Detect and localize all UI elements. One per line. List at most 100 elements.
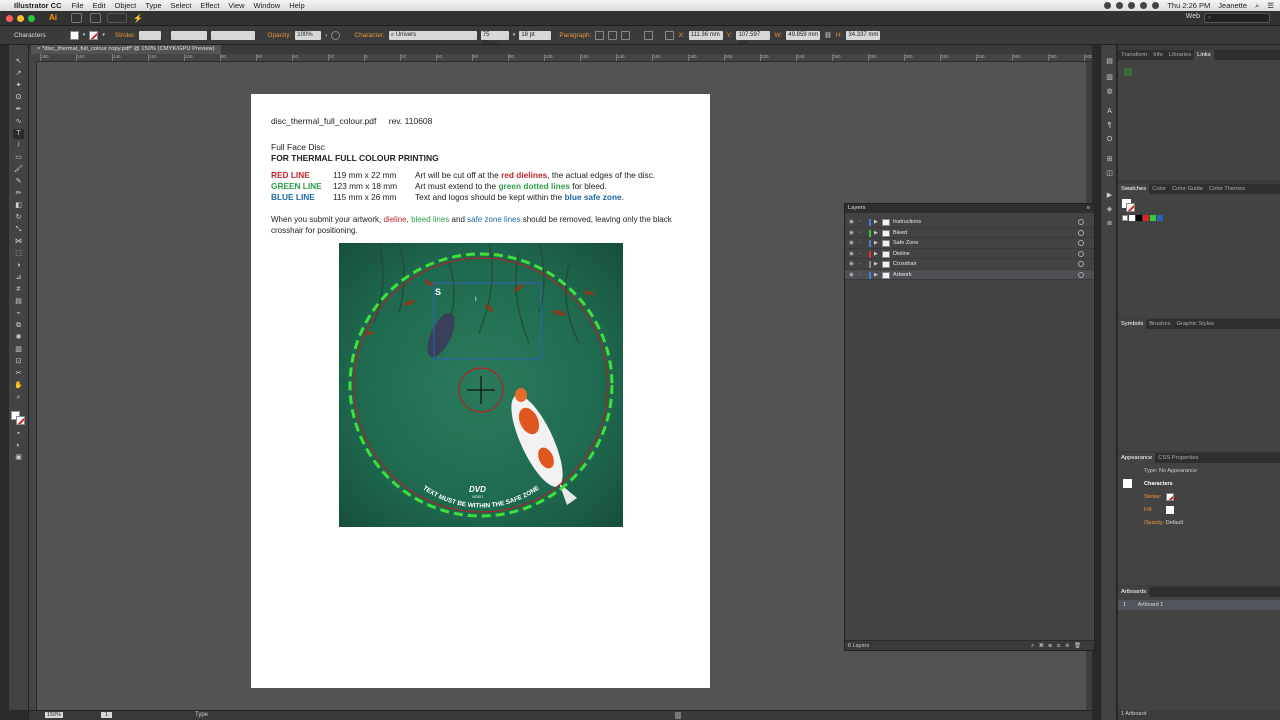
layers-dock-icon[interactable]: ≣ [1105,219,1114,228]
paragraph-icon[interactable]: ¶ [1105,121,1114,130]
swatch-red[interactable] [1143,215,1149,221]
layer-name[interactable]: Crosshair [893,259,917,269]
workspace-switcher[interactable]: Web [1186,13,1200,20]
stroke-swatch[interactable] [89,30,99,40]
horizontal-scroll-thumb[interactable] [675,712,681,719]
eye-icon[interactable]: ◉ [849,270,856,280]
lasso-tool-icon[interactable]: ʘ [13,93,24,103]
lock-icon[interactable]: ▫ [859,238,866,248]
layer-name[interactable]: Artwork [893,270,912,280]
chevron-right-icon[interactable]: › [325,32,327,39]
menu-help[interactable]: Help [289,1,304,10]
properties-icon[interactable]: ▤ [1105,57,1114,66]
layer-row[interactable]: ◉ ▫ ▶ Bleed [845,228,1094,238]
menu-file[interactable]: File [72,1,84,10]
panel-menu-icon[interactable]: ≡ [1087,204,1090,213]
document-tab[interactable]: × *disc_thermal_full_colour copy.pdf* @ … [31,45,221,54]
zoom-select[interactable]: 150% [45,712,64,718]
recolor-icon[interactable] [331,30,341,40]
screen-mode-icon[interactable]: ▣ [13,453,24,463]
tab-libraries[interactable]: Libraries [1166,50,1194,60]
shaper-tool-icon[interactable]: ✎ [13,177,24,187]
fill-swatch[interactable] [69,30,79,40]
color-icon[interactable]: ▥ [1105,73,1114,82]
lock-icon[interactable]: ▫ [859,259,866,269]
height-input[interactable]: 34.337 mm [846,30,881,40]
artboard-row[interactable]: 1 Artboard 1 [1118,600,1280,610]
rotate-tool-icon[interactable]: ↻ [13,213,24,223]
tab-appearance[interactable]: Appearance [1118,453,1156,463]
expand-triangle-icon[interactable]: ▶ [874,228,878,238]
menu-view[interactable]: View [228,1,244,10]
lock-icon[interactable]: ▫ [859,249,866,259]
stroke-row-swatch[interactable] [1166,493,1174,501]
rectangle-tool-icon[interactable]: ▭ [13,153,24,163]
shape-builder-tool-icon[interactable]: ◑ [13,261,24,271]
hand-tool-icon[interactable]: ✋ [13,381,24,391]
eye-icon[interactable]: ◉ [849,249,856,259]
line-tool-icon[interactable]: / [13,141,24,151]
menu-select[interactable]: Select [171,1,192,10]
tab-brushes[interactable]: Brushes [1146,319,1173,329]
width-input[interactable]: 49.859 mm [786,30,821,40]
opentype-icon[interactable]: O [1105,135,1114,144]
align-left-icon[interactable] [595,30,605,40]
magic-wand-tool-icon[interactable]: ✦ [13,81,24,91]
x-position-input[interactable]: 111.36 mm [688,30,723,40]
target-icon[interactable] [1078,219,1084,225]
expand-triangle-icon[interactable]: ▶ [874,270,878,280]
layers-panel-tab[interactable]: Layers ≡ [845,204,1094,213]
gpu-performance-icon[interactable]: ⚡ [133,14,143,23]
appearance-opacity-row[interactable]: Opacity: Default [1144,520,1183,526]
chevron-down-icon[interactable]: ▾ [513,32,516,38]
transform-reference-icon[interactable] [665,30,675,40]
expand-triangle-icon[interactable]: ▶ [874,238,878,248]
paintbrush-tool-icon[interactable]: 🖌 [13,165,24,175]
opacity-input[interactable]: 100% [295,30,322,40]
artboard[interactable]: disc_thermal_full_colour.pdf rev. 110608… [251,94,710,688]
stock-icon[interactable] [90,13,101,23]
align-icon[interactable]: ⊞ [1105,155,1114,164]
menu-type[interactable]: Type [145,1,161,10]
tab-swatches[interactable]: Swatches [1118,184,1150,194]
character-icon[interactable]: A [1105,107,1114,116]
actions-icon[interactable]: ▶ [1105,191,1114,200]
layer-actions[interactable]: ⌕▣⊞⊡⊕🗑 [1031,641,1086,651]
tab-graphic-styles[interactable]: Graphic Styles [1174,319,1218,329]
expand-triangle-icon[interactable]: ▶ [874,217,878,227]
mesh-tool-icon[interactable]: # [13,285,24,295]
align-to-icon[interactable] [644,30,654,40]
app-name-menu[interactable]: Illustrator CC [14,1,62,10]
appearance-object[interactable]: Characters [1144,481,1173,487]
tray-icon[interactable] [1128,2,1136,9]
curvature-tool-icon[interactable]: ∿ [13,117,24,127]
tray-icon[interactable] [1104,2,1112,9]
gradient-tool-icon[interactable]: ▤ [13,297,24,307]
vertical-ruler[interactable] [29,62,37,710]
draw-mode-icon[interactable]: ◐ [13,441,24,451]
horizontal-ruler[interactable]: 180 160 140 120 100 80 60 40 20 0 20 40 60 80 100 120 14… [37,54,1092,62]
swatch-white[interactable] [1129,215,1135,221]
font-family-select[interactable]: ⌕ Univers [388,30,477,40]
menu-effect[interactable]: Effect [200,1,219,10]
stroke-swatch-icon[interactable] [1126,203,1135,212]
eyedropper-tool-icon[interactable]: ⌁ [13,309,24,319]
tab-info[interactable]: Info [1150,50,1166,60]
layer-name[interactable]: Instructions [893,217,921,227]
minimize-window-button[interactable] [17,14,24,22]
layer-row[interactable]: ◉ ▫ ▶ Dieline [845,249,1094,259]
pen-tool-icon[interactable]: ✒ [13,105,24,115]
image-trace-icon[interactable]: ◈ [1105,205,1114,214]
artboard-tool-icon[interactable]: ⊡ [13,357,24,367]
lock-icon[interactable]: ▫ [859,270,866,280]
color-mode-icon[interactable]: ▪ [13,429,24,439]
tab-color-guide[interactable]: Color Guide [1169,184,1206,194]
layer-name[interactable]: Dieline [893,249,910,259]
bridge-icon[interactable] [71,13,82,23]
current-tool-status[interactable]: Type [195,712,208,718]
eye-icon[interactable]: ◉ [849,217,856,227]
layer-name[interactable]: Bleed [893,228,907,238]
layer-row[interactable]: ◉ ▫ ▶ Safe Zone [845,238,1094,249]
tab-symbols[interactable]: Symbols [1118,319,1147,329]
layer-name[interactable]: Safe Zone [893,238,918,248]
